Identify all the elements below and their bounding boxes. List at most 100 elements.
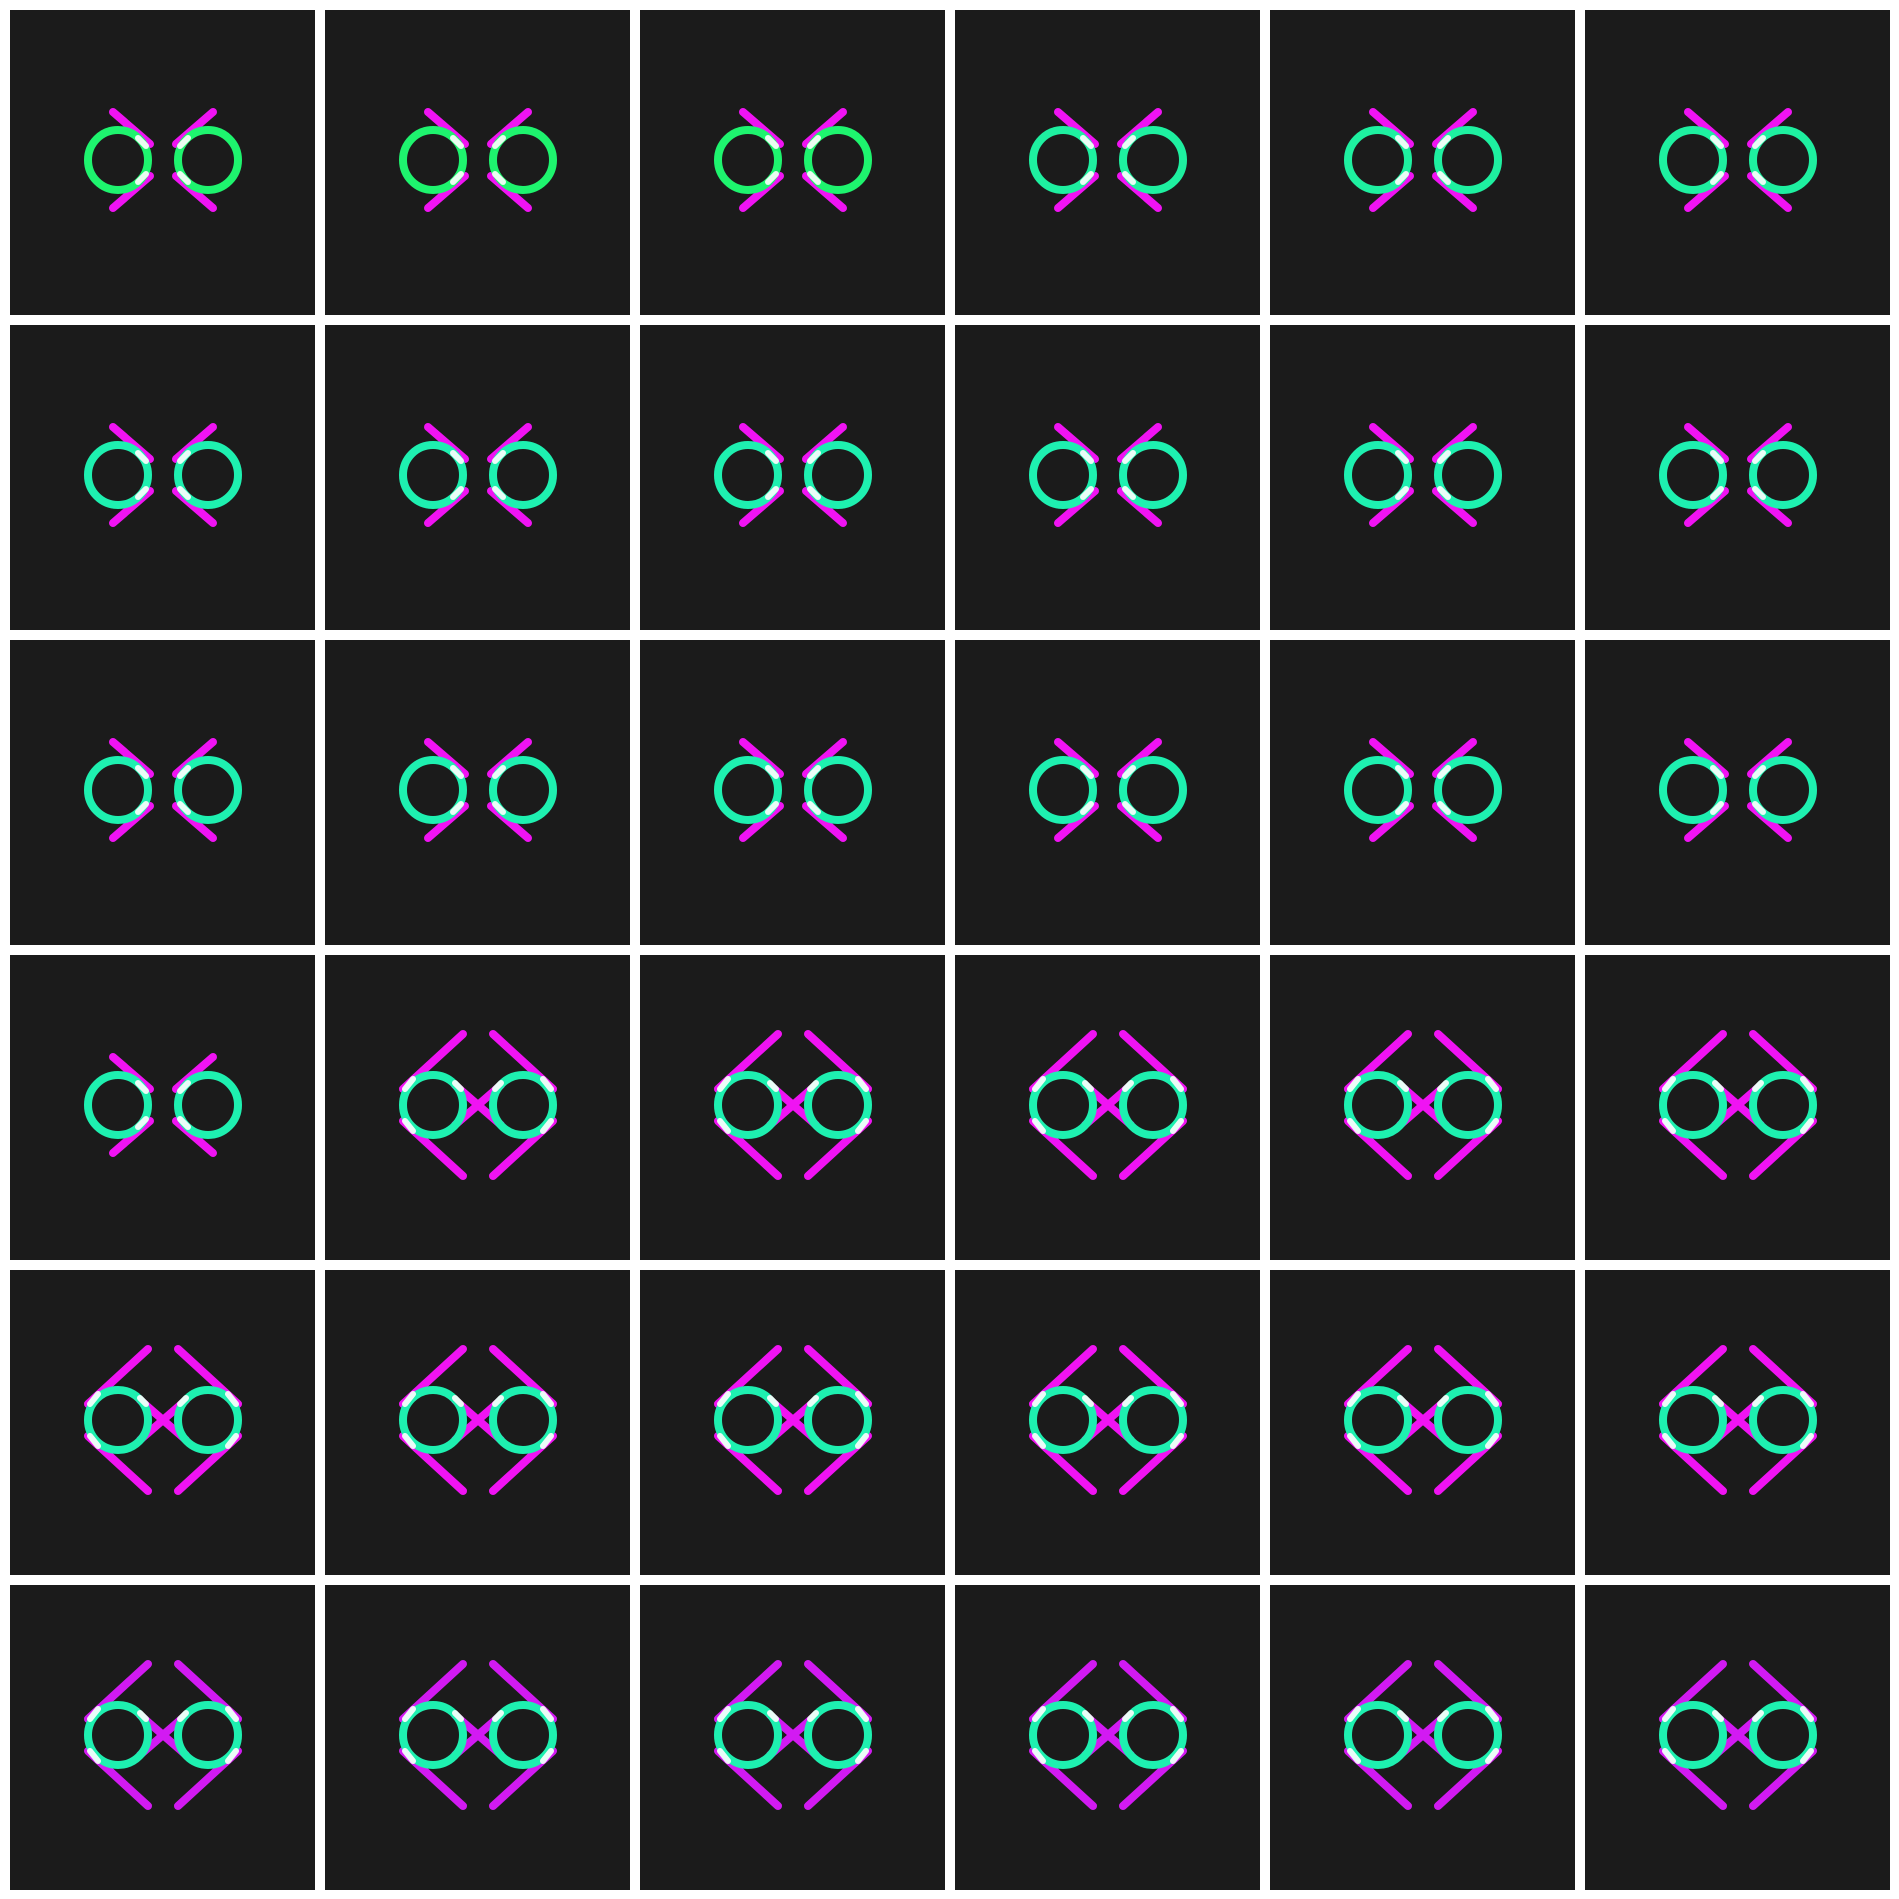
glasses-icon [84, 1053, 242, 1157]
highlight-mark [137, 1395, 149, 1407]
glasses-icon [1029, 108, 1187, 212]
frame-tile [1585, 325, 1890, 630]
frame-tile [640, 1270, 945, 1575]
highlight-mark [1082, 1395, 1094, 1407]
glasses-icon [1344, 1345, 1502, 1495]
highlight-mark [492, 1395, 504, 1407]
frame-tile [640, 955, 945, 1260]
highlight-mark [177, 1395, 189, 1407]
glasses-icon [84, 1345, 242, 1495]
glasses-icon [1659, 423, 1817, 527]
glasses-icon [84, 423, 242, 527]
frame-tile [325, 955, 630, 1260]
highlight-mark [767, 1710, 779, 1722]
glasses-icon [1029, 1660, 1187, 1810]
highlight-mark [1712, 1710, 1724, 1722]
frame-tile [955, 1585, 1260, 1890]
highlight-mark [492, 1710, 504, 1722]
highlight-mark [767, 1080, 779, 1092]
highlight-mark [1122, 1395, 1134, 1407]
frame-tile [1585, 1270, 1890, 1575]
frame-grid [0, 0, 1899, 1899]
glasses-icon [1344, 1030, 1502, 1180]
highlight-mark [1082, 1710, 1094, 1722]
frame-tile [1270, 1585, 1575, 1890]
glasses-icon [84, 738, 242, 842]
glasses-icon [399, 738, 557, 842]
frame-tile [10, 325, 315, 630]
highlight-mark [1752, 1080, 1764, 1092]
highlight-mark [1712, 1395, 1724, 1407]
glasses-icon [714, 108, 872, 212]
glasses-icon [1344, 108, 1502, 212]
glasses-icon [84, 1660, 242, 1810]
highlight-mark [1437, 1710, 1449, 1722]
frame-tile [325, 10, 630, 315]
frame-tile [1270, 640, 1575, 945]
frame-tile [325, 640, 630, 945]
frame-tile [955, 1270, 1260, 1575]
glasses-icon [399, 108, 557, 212]
highlight-mark [807, 1710, 819, 1722]
glasses-icon [399, 423, 557, 527]
frame-tile [10, 955, 315, 1260]
highlight-mark [492, 1080, 504, 1092]
highlight-mark [1122, 1710, 1134, 1722]
glasses-icon [1659, 738, 1817, 842]
glasses-icon [1029, 1030, 1187, 1180]
frame-tile [955, 325, 1260, 630]
glasses-icon [1659, 1660, 1817, 1810]
highlight-mark [1712, 1080, 1724, 1092]
frame-tile [1585, 955, 1890, 1260]
frame-tile [1270, 955, 1575, 1260]
highlight-mark [452, 1395, 464, 1407]
frame-tile [325, 325, 630, 630]
highlight-mark [1397, 1710, 1409, 1722]
highlight-mark [1082, 1080, 1094, 1092]
frame-tile [1270, 325, 1575, 630]
glasses-icon [714, 1660, 872, 1810]
frame-tile [325, 1270, 630, 1575]
glasses-icon [1344, 1660, 1502, 1810]
highlight-mark [1437, 1080, 1449, 1092]
glasses-icon [714, 1030, 872, 1180]
highlight-mark [807, 1395, 819, 1407]
frame-tile [1270, 1270, 1575, 1575]
glasses-icon [1659, 108, 1817, 212]
glasses-icon [1029, 423, 1187, 527]
glasses-icon [714, 423, 872, 527]
frame-tile [1585, 10, 1890, 315]
frame-tile [10, 1270, 315, 1575]
glasses-icon [84, 108, 242, 212]
frame-tile [955, 955, 1260, 1260]
highlight-mark [1122, 1080, 1134, 1092]
highlight-mark [177, 1710, 189, 1722]
glasses-icon [714, 1345, 872, 1495]
glasses-icon [399, 1345, 557, 1495]
highlight-mark [767, 1395, 779, 1407]
frame-tile [10, 1585, 315, 1890]
glasses-icon [1659, 1030, 1817, 1180]
glasses-icon [399, 1660, 557, 1810]
highlight-mark [137, 1710, 149, 1722]
glasses-icon [1029, 738, 1187, 842]
frame-tile [1585, 1585, 1890, 1890]
glasses-icon [1344, 738, 1502, 842]
frame-tile [10, 640, 315, 945]
glasses-icon [1029, 1345, 1187, 1495]
glasses-icon [714, 738, 872, 842]
highlight-mark [452, 1710, 464, 1722]
frame-tile [640, 325, 945, 630]
frame-tile [1585, 640, 1890, 945]
highlight-mark [452, 1080, 464, 1092]
highlight-mark [807, 1080, 819, 1092]
highlight-mark [1397, 1395, 1409, 1407]
glasses-icon [399, 1030, 557, 1180]
frame-tile [640, 640, 945, 945]
frame-tile [640, 1585, 945, 1890]
highlight-mark [1752, 1710, 1764, 1722]
frame-tile [1270, 10, 1575, 315]
frame-tile [325, 1585, 630, 1890]
glasses-icon [1344, 423, 1502, 527]
frame-tile [955, 640, 1260, 945]
